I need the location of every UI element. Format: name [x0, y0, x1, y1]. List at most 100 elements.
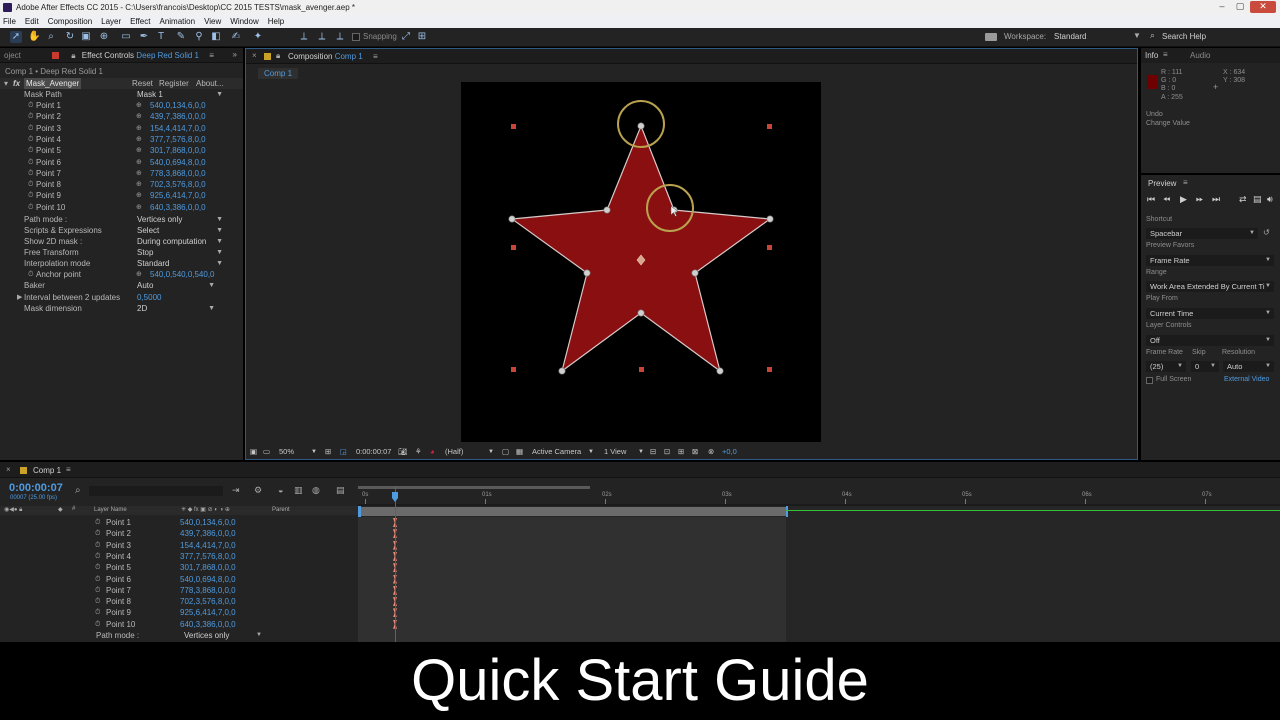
- toggle-pixel-aspect-icon[interactable]: ⊟: [650, 446, 656, 458]
- external-video-link[interactable]: External Video: [1224, 376, 1269, 383]
- target-icon[interactable]: ⊕: [136, 179, 142, 190]
- path-mode-dropdown[interactable]: Vertices only: [137, 214, 182, 225]
- zoom-slider[interactable]: [358, 486, 590, 489]
- target-icon[interactable]: ⊕: [136, 168, 142, 179]
- menu-edit[interactable]: Edit: [25, 15, 39, 28]
- audio-icon[interactable]: 🔊︎: [1267, 194, 1273, 205]
- point-value[interactable]: 640,3,386,0,0,0: [180, 619, 236, 630]
- hand-tool-icon[interactable]: ✋: [28, 31, 40, 43]
- stopwatch-icon[interactable]: ⏱: [95, 574, 100, 585]
- play-button[interactable]: ▶: [1180, 194, 1187, 205]
- close-button[interactable]: ✕: [1250, 1, 1276, 13]
- stopwatch-icon[interactable]: ⏱: [95, 540, 100, 551]
- expand-panels-icon[interactable]: »: [233, 50, 237, 59]
- fast-previews-icon[interactable]: ⊡: [664, 446, 670, 458]
- minimize-button[interactable]: –: [1214, 1, 1230, 13]
- baker-dropdown[interactable]: Auto: [137, 280, 153, 291]
- zoom-tool-icon[interactable]: ⌕: [45, 31, 57, 43]
- chevron-down-icon[interactable]: ▼: [588, 446, 594, 458]
- chevron-down-icon[interactable]: ▼: [311, 446, 317, 458]
- target-icon[interactable]: ⊕: [136, 123, 142, 134]
- menu-effect[interactable]: Effect: [130, 15, 150, 28]
- target-icon[interactable]: ⊕: [136, 190, 142, 201]
- region-of-interest-icon[interactable]: ▢: [502, 446, 509, 458]
- expand-triangle-icon[interactable]: ▶: [17, 292, 22, 303]
- timeline-search-input[interactable]: [89, 486, 223, 496]
- layer-handle[interactable]: [767, 245, 772, 250]
- fx-icon[interactable]: fx: [13, 78, 20, 89]
- resolution-dropdown[interactable]: Auto ▼: [1223, 361, 1274, 372]
- mask-vertex[interactable]: [637, 122, 645, 130]
- mask-dimension-dropdown[interactable]: 2D: [137, 303, 147, 314]
- eraser-tool-icon[interactable]: ◧: [210, 31, 222, 43]
- interval-value[interactable]: 0,5000: [137, 292, 161, 303]
- zoom-dropdown[interactable]: 50%: [279, 446, 294, 458]
- search-help-input[interactable]: Search Help: [1162, 32, 1206, 41]
- layer-handle[interactable]: [511, 124, 516, 129]
- anchor-point-value[interactable]: 540,0,540,0,540,0: [150, 269, 215, 280]
- chevron-down-icon[interactable]: ▼: [488, 446, 494, 458]
- point-value[interactable]: 540,0,134,6,0,0: [180, 517, 236, 528]
- camera-view-dropdown[interactable]: Active Camera: [532, 446, 581, 458]
- timeline-icon[interactable]: ⊞: [678, 446, 684, 458]
- chevron-down-icon[interactable]: ▼: [208, 280, 215, 291]
- motion-blur-icon[interactable]: ◍: [312, 485, 320, 496]
- point-value[interactable]: 439,7,386,0,0,0: [180, 528, 236, 539]
- layer-handle[interactable]: [767, 367, 772, 372]
- reset-icon[interactable]: ↺: [1263, 228, 1270, 237]
- effect-header-row[interactable]: ▾ fx Mask_Avenger Reset Register About..…: [0, 78, 243, 89]
- menu-view[interactable]: View: [204, 15, 221, 28]
- stopwatch-icon[interactable]: ⏱: [28, 269, 33, 280]
- interpolation-dropdown[interactable]: Standard: [137, 258, 169, 269]
- flowchart-icon[interactable]: ⊠: [692, 446, 698, 458]
- work-area-start-handle[interactable]: [358, 506, 361, 517]
- stopwatch-icon[interactable]: ⏱: [95, 551, 100, 562]
- always-preview-icon[interactable]: ▣: [250, 446, 257, 458]
- tab-project[interactable]: oject: [4, 51, 21, 60]
- camera-tool-icon[interactable]: ▣: [80, 31, 92, 43]
- loop-icon[interactable]: ⇄: [1239, 194, 1247, 205]
- point-value[interactable]: 778,3,868,0,0,0: [180, 585, 236, 596]
- brush-tool-icon[interactable]: ✎: [175, 31, 187, 43]
- panel-menu-icon[interactable]: ≡: [1163, 50, 1168, 59]
- color-channels-icon[interactable]: ◕: [430, 446, 435, 458]
- target-icon[interactable]: ⊕: [136, 202, 142, 213]
- full-screen-checkbox[interactable]: [1146, 377, 1153, 384]
- tab-composition[interactable]: Composition Comp 1 ≡: [288, 52, 378, 61]
- stopwatch-icon[interactable]: ⏱: [28, 134, 33, 145]
- stopwatch-icon[interactable]: ⏱: [95, 596, 100, 607]
- pan-behind-tool-icon[interactable]: ⊕: [98, 31, 110, 43]
- target-icon[interactable]: ⊕: [136, 134, 142, 145]
- view-axis-icon[interactable]: ⟂: [334, 31, 346, 43]
- chevron-down-icon[interactable]: ▼: [216, 258, 223, 269]
- mask-vertex[interactable]: [508, 215, 516, 223]
- lock-icon[interactable]: 🔒︎: [276, 51, 280, 61]
- stopwatch-icon[interactable]: ⏱: [28, 157, 33, 168]
- current-time-field[interactable]: 0:00:00:07: [356, 446, 391, 458]
- effect-name[interactable]: Mask_Avenger: [24, 78, 82, 89]
- type-tool-icon[interactable]: T: [155, 31, 167, 43]
- star-mask-canvas[interactable]: [461, 82, 821, 442]
- layer-controls-dropdown[interactable]: Off ▼: [1146, 335, 1274, 346]
- pen-tool-icon[interactable]: ✒: [138, 31, 150, 43]
- close-icon[interactable]: ×: [252, 51, 257, 60]
- mask-visibility-icon[interactable]: ◲: [340, 446, 347, 458]
- stopwatch-icon[interactable]: ⏱: [28, 179, 33, 190]
- mask-vertex[interactable]: [766, 215, 774, 223]
- preview-favors-dropdown[interactable]: Frame Rate ▼: [1146, 255, 1274, 266]
- mask-vertex[interactable]: [558, 367, 566, 375]
- resolution-dropdown[interactable]: (Half): [445, 446, 463, 458]
- stopwatch-icon[interactable]: ⏱: [95, 585, 100, 596]
- target-icon[interactable]: ⊕: [136, 157, 142, 168]
- point-value[interactable]: 778,3,868,0,0,0: [150, 168, 206, 179]
- target-icon[interactable]: ⊕: [136, 100, 142, 111]
- chevron-down-icon[interactable]: ▼: [216, 225, 223, 236]
- stopwatch-icon[interactable]: ⏱: [28, 100, 33, 111]
- stopwatch-icon[interactable]: ⏱: [28, 190, 33, 201]
- menu-layer[interactable]: Layer: [101, 15, 121, 28]
- panel-menu-icon[interactable]: ≡: [209, 51, 214, 60]
- exposure-value[interactable]: +0,0: [722, 446, 737, 458]
- clone-stamp-tool-icon[interactable]: ⚲: [193, 31, 205, 43]
- menu-window[interactable]: Window: [230, 15, 258, 28]
- point-value[interactable]: 925,6,414,7,0,0: [150, 190, 206, 201]
